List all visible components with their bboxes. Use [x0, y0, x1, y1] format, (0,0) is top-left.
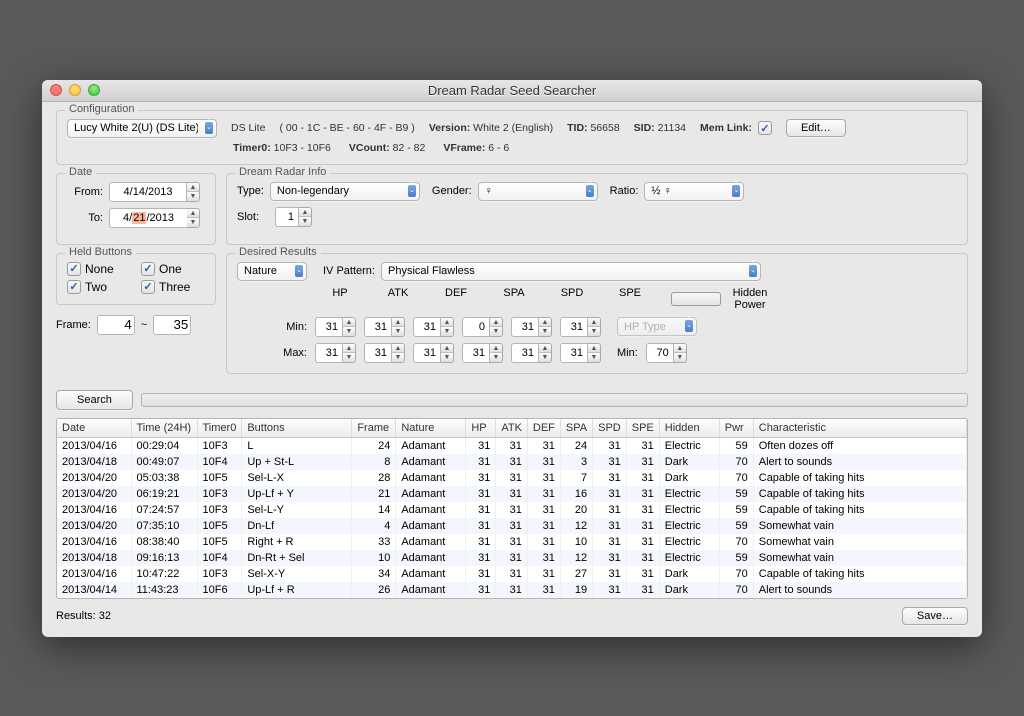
slot-stepper[interactable]: ▲▼ [275, 207, 312, 227]
date-group: Date From: ▲▼ To: 4/21/2013 ▲▼ [56, 173, 216, 245]
held-none[interactable]: ✓None [67, 262, 131, 276]
min-spe[interactable]: ▲▼ [560, 317, 601, 337]
app-window: Dream Radar Seed Searcher Configuration … [42, 80, 982, 637]
results-table[interactable]: Date Time (24H) Timer0 Buttons Frame Nat… [56, 418, 968, 599]
min-hp[interactable]: ▲▼ [315, 317, 356, 337]
table-row[interactable]: 2013/04/2005:03:3810F5Sel-L-X28Adamant31… [57, 470, 967, 486]
titlebar[interactable]: Dream Radar Seed Searcher [42, 80, 982, 102]
save-button[interactable]: Save… [902, 607, 968, 625]
table-row[interactable]: 2013/04/1809:16:1310F4Dn-Rt + Sel10Adama… [57, 550, 967, 566]
system-label: DS Lite [231, 122, 265, 134]
table-row[interactable]: 2013/04/1608:38:4010F5Right + R33Adamant… [57, 534, 967, 550]
date-to-field[interactable]: 4/21/2013 ▲▼ [109, 208, 200, 228]
results-count: Results: 32 [56, 610, 111, 622]
hp-type-select[interactable]: HP Type [617, 317, 697, 336]
memlink-checkbox[interactable]: ✓ [758, 121, 772, 135]
table-row[interactable]: 2013/04/1800:49:0710F4Up + St-L8Adamant3… [57, 454, 967, 470]
profile-select[interactable]: Lucy White 2(U) (DS Lite) [67, 119, 217, 138]
max-atk[interactable]: ▲▼ [364, 343, 405, 363]
search-button[interactable]: Search [56, 390, 133, 410]
iv-pattern-select[interactable]: Physical Flawless [381, 262, 761, 281]
table-row[interactable]: 2013/04/2006:19:2110F3Up-Lf + Y21Adamant… [57, 486, 967, 502]
hp-min-stepper[interactable]: ▲▼ [646, 343, 687, 363]
min-def[interactable]: ▲▼ [413, 317, 454, 337]
table-row[interactable]: 2013/04/1411:43:2310F6Up-Lf + R26Adamant… [57, 582, 967, 598]
min-spd[interactable]: ▲▼ [511, 317, 552, 337]
max-def[interactable]: ▲▼ [413, 343, 454, 363]
gender-select[interactable]: ♀ [478, 182, 598, 201]
min-atk[interactable]: ▲▼ [364, 317, 405, 337]
date-from-field[interactable]: ▲▼ [109, 182, 200, 202]
min-spa[interactable]: ▲▼ [462, 317, 503, 337]
held-three[interactable]: ✓Three [141, 280, 205, 294]
hidden-power-checkbox[interactable]: ✓Hidden Power [671, 287, 775, 311]
edit-button[interactable]: Edit… [786, 119, 846, 137]
table-row[interactable]: 2013/04/1610:47:2210F3Sel-X-Y34Adamant31… [57, 566, 967, 582]
progress-bar [141, 393, 968, 407]
frame-max-input[interactable] [153, 315, 191, 335]
held-buttons-group: Held Buttons ✓None ✓One ✓Two ✓Three [56, 253, 216, 305]
table-row[interactable]: 2013/04/1607:24:5710F3Sel-L-Y14Adamant31… [57, 502, 967, 518]
nature-select[interactable]: Nature [237, 262, 307, 281]
frame-min-input[interactable] [97, 315, 135, 335]
held-two[interactable]: ✓Two [67, 280, 131, 294]
window-title: Dream Radar Seed Searcher [42, 83, 982, 98]
max-hp[interactable]: ▲▼ [315, 343, 356, 363]
table-header-row[interactable]: Date Time (24H) Timer0 Buttons Frame Nat… [57, 419, 967, 438]
type-select[interactable]: Non-legendary [270, 182, 420, 201]
mac-label: ( 00 - 1C - BE - 60 - 4F - B9 ) [279, 122, 414, 134]
max-spa[interactable]: ▲▼ [462, 343, 503, 363]
max-spe[interactable]: ▲▼ [560, 343, 601, 363]
desired-results-group: Desired Results Nature IV Pattern: Physi… [226, 253, 968, 374]
held-one[interactable]: ✓One [141, 262, 205, 276]
configuration-group: Configuration Lucy White 2(U) (DS Lite) … [56, 110, 968, 165]
max-spd[interactable]: ▲▼ [511, 343, 552, 363]
ratio-select[interactable]: ½ ♀ [644, 182, 744, 201]
table-row[interactable]: 2013/04/1600:29:0410F3L24Adamant31313124… [57, 437, 967, 454]
dream-radar-info-group: Dream Radar Info Type: Non-legendary Gen… [226, 173, 968, 245]
table-row[interactable]: 2013/04/2007:35:1010F5Dn-Lf4Adamant31313… [57, 518, 967, 534]
